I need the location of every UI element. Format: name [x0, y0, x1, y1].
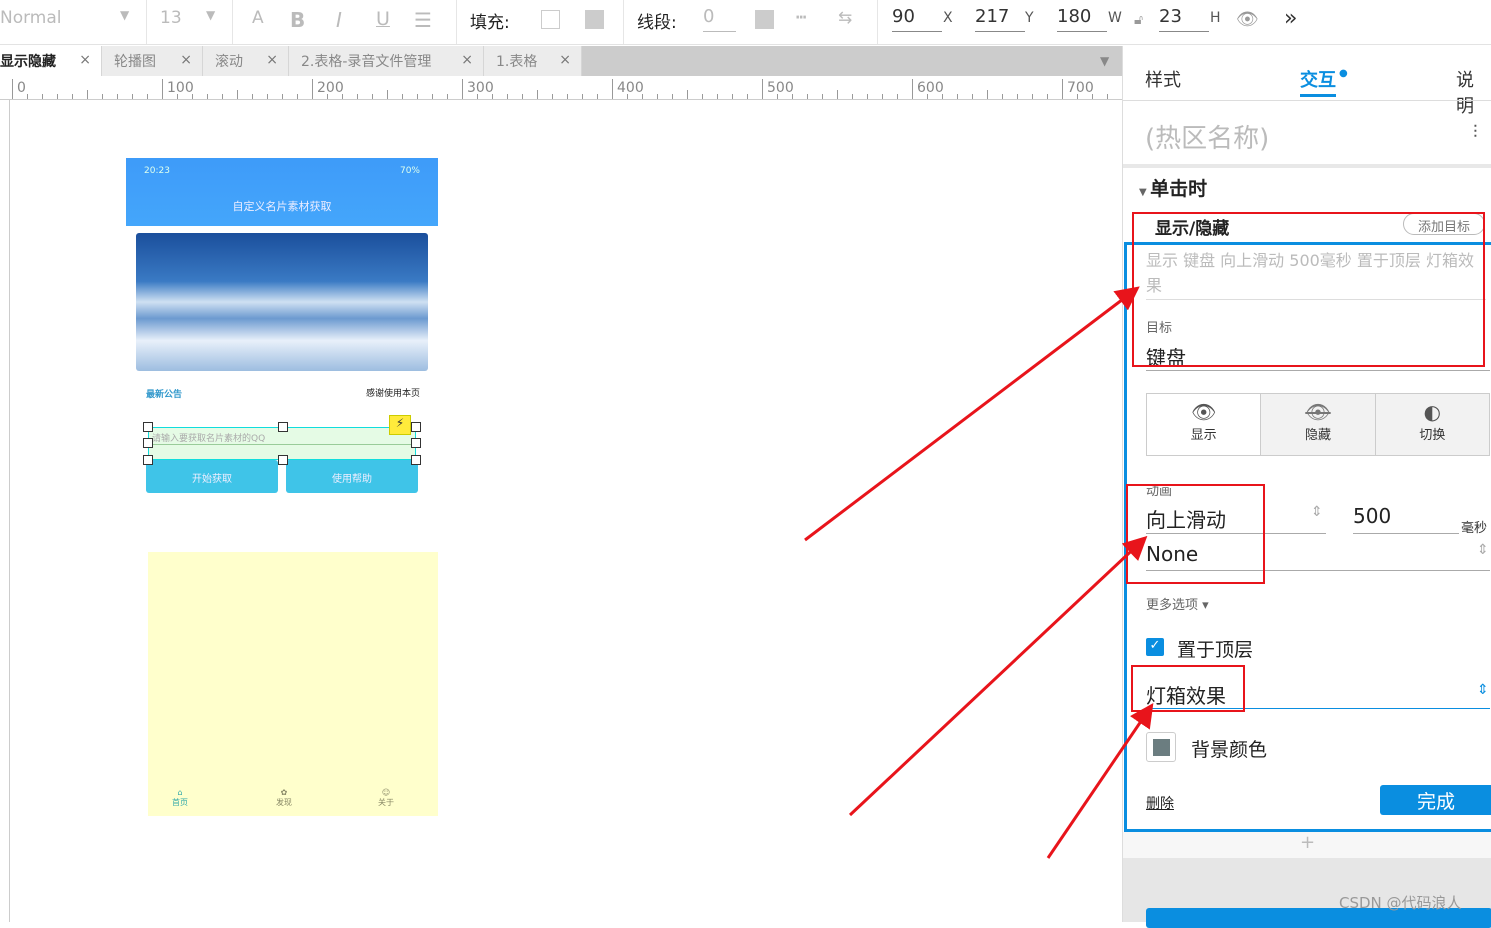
arrow [1046, 703, 1154, 859]
annotation-arrows [804, 286, 1154, 859]
arrow [804, 286, 1140, 542]
arrow [848, 535, 1148, 817]
